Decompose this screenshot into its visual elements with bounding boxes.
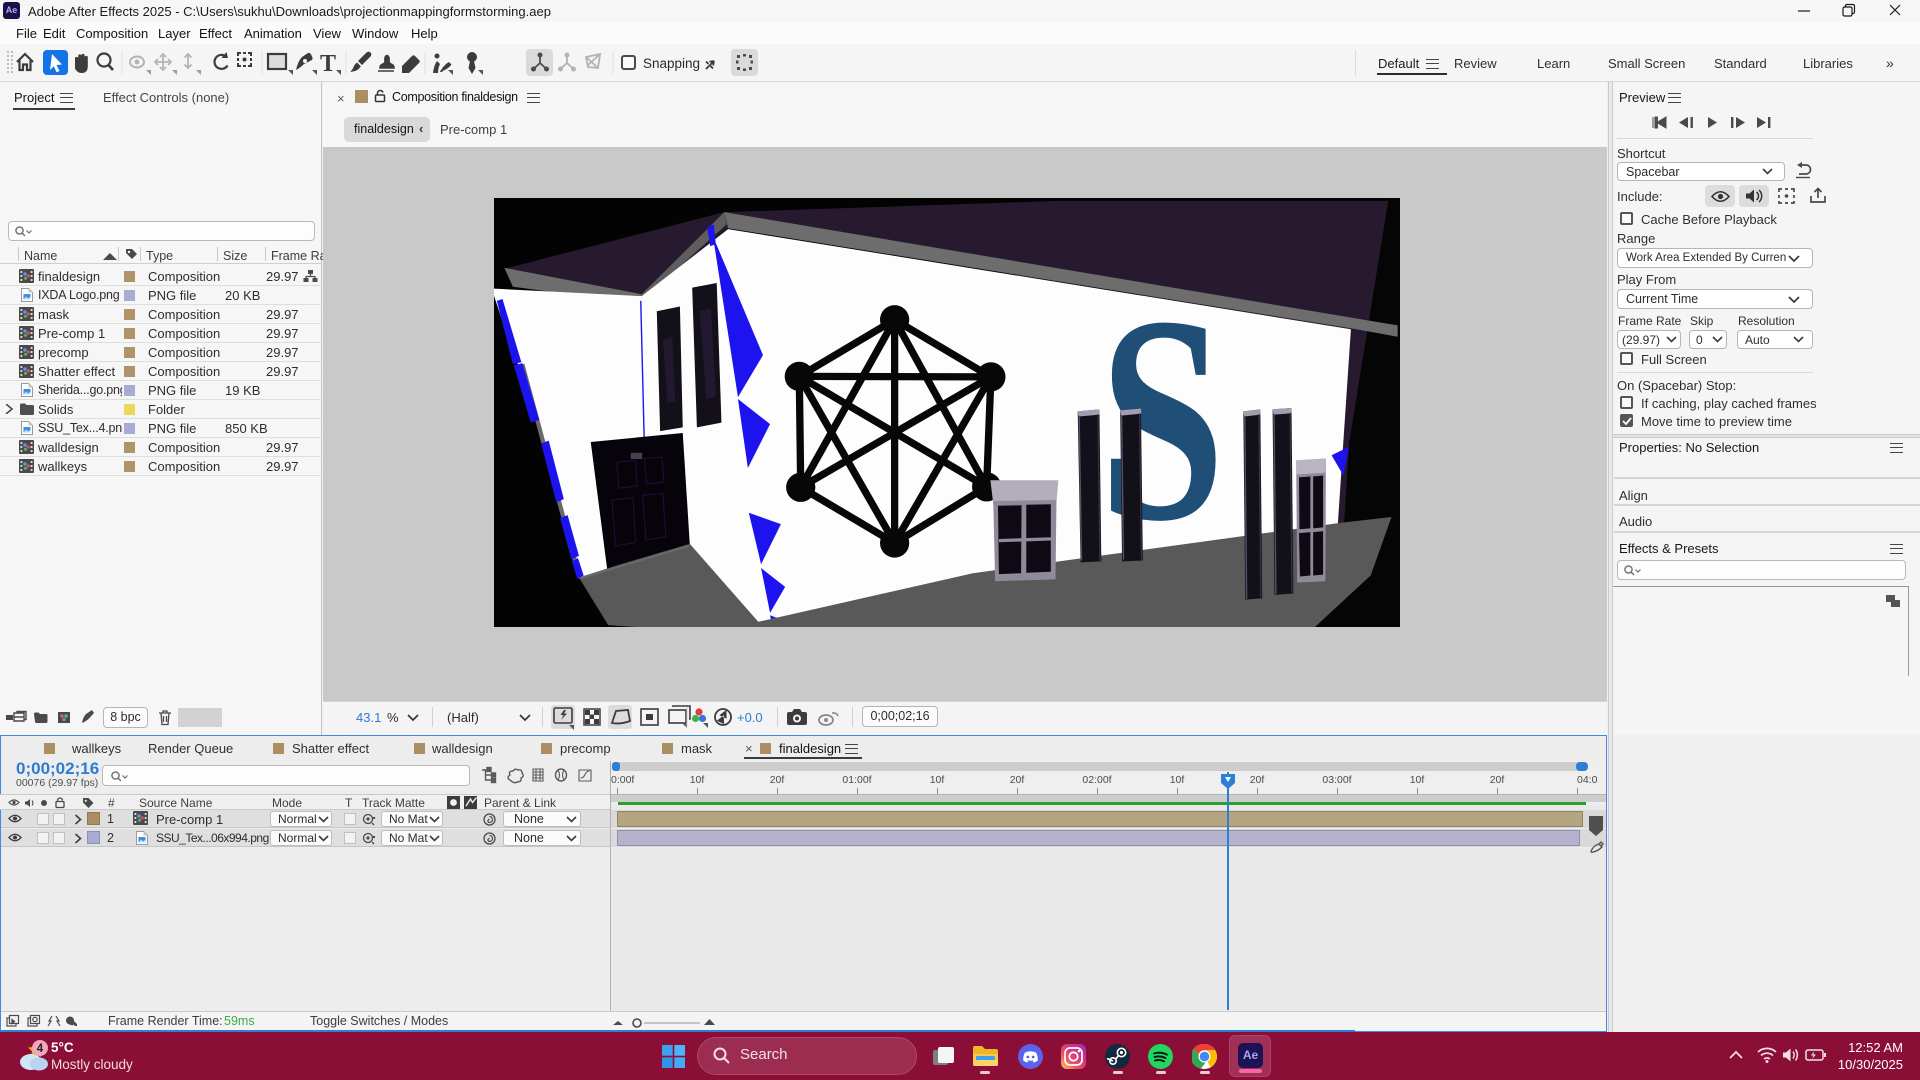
svg-text:4: 4	[37, 1043, 44, 1055]
svg-text:T: T	[320, 51, 336, 77]
svg-text:Snapping: Snapping	[643, 56, 700, 71]
svg-text:S: S	[1099, 255, 1225, 582]
